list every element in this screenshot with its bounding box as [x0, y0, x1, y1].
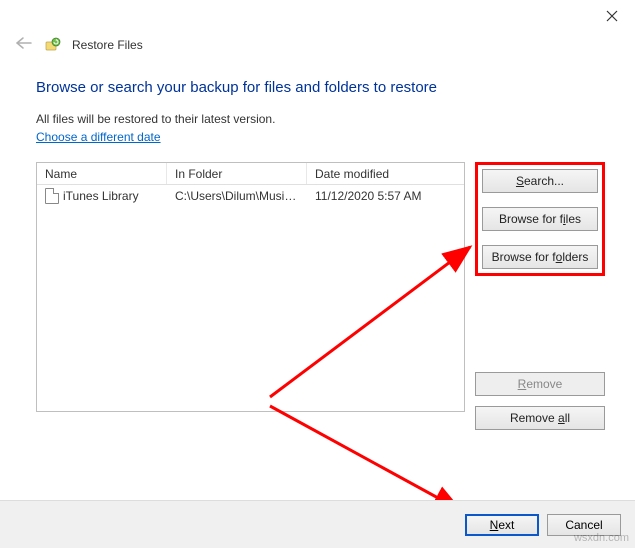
browse-files-button[interactable]: Browse for files	[482, 207, 598, 231]
table-header: Name In Folder Date modified	[37, 163, 464, 185]
browse-folders-button[interactable]: Browse for folders	[482, 245, 598, 269]
col-header-folder[interactable]: In Folder	[167, 163, 307, 184]
table-row[interactable]: iTunes Library C:\Users\Dilum\Music... 1…	[37, 185, 464, 207]
remove-all-button[interactable]: Remove all	[475, 406, 605, 430]
choose-date-link[interactable]: Choose a different date	[36, 130, 161, 144]
file-list[interactable]: Name In Folder Date modified iTunes Libr…	[36, 162, 465, 412]
restore-files-icon	[44, 36, 62, 54]
remove-button: Remove	[475, 372, 605, 396]
cell-name: iTunes Library	[63, 189, 139, 203]
highlight-box: Search... Browse for files Browse for fo…	[475, 162, 605, 276]
cell-date: 11/12/2020 5:57 AM	[307, 189, 464, 203]
search-button[interactable]: Search...	[482, 169, 598, 193]
footer-bar: Next Cancel	[0, 500, 635, 548]
page-subtext: All files will be restored to their late…	[36, 112, 605, 126]
col-header-name[interactable]: Name	[37, 163, 167, 184]
watermark: wsxdn.com	[574, 532, 629, 544]
back-arrow-icon[interactable]	[14, 34, 32, 55]
next-button[interactable]: Next	[465, 514, 539, 536]
page-heading: Browse or search your backup for files a…	[36, 79, 605, 96]
cell-folder: C:\Users\Dilum\Music...	[167, 189, 307, 203]
col-header-date[interactable]: Date modified	[307, 163, 464, 184]
close-icon[interactable]	[597, 4, 627, 28]
window-title: Restore Files	[72, 38, 143, 52]
file-icon	[45, 188, 59, 204]
